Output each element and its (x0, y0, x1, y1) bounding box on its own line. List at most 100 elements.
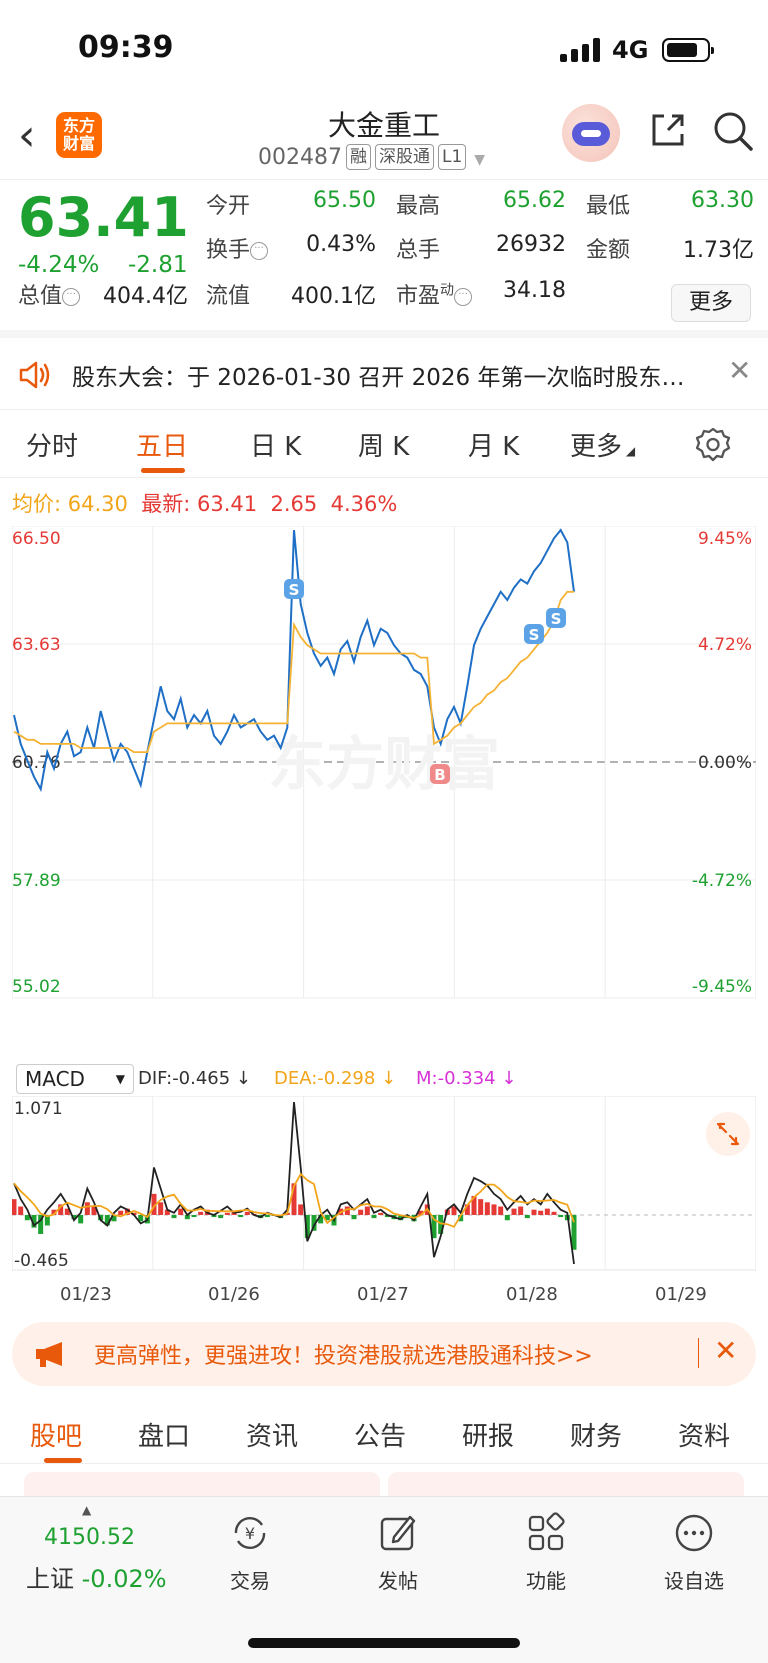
assistant-avatar-icon[interactable] (562, 104, 620, 162)
close-icon[interactable]: ✕ (728, 354, 751, 387)
y-axis-percent-label: 0.00% (698, 753, 752, 773)
macd-histogram-bar (298, 1204, 304, 1215)
macd-histogram-bar (358, 1209, 364, 1215)
latest-label: 最新: (141, 492, 191, 516)
y-axis-percent-label: -9.45% (692, 977, 752, 997)
y-axis-label: 63.63 (12, 635, 61, 655)
macd-histogram-bar (484, 1202, 490, 1215)
macd-histogram-bar (371, 1214, 377, 1219)
watermark: 东方财富 (268, 730, 500, 798)
search-icon[interactable] (712, 110, 754, 152)
gear-icon[interactable] (694, 426, 732, 464)
sell-marker: S (524, 624, 544, 644)
date-label: 01/27 (357, 1284, 409, 1305)
macd-histogram-bar (118, 1210, 124, 1215)
promo-banner[interactable]: 更高弹性，更强进攻！投资港股就选港股通科技>> ✕ (12, 1322, 756, 1386)
macd-histogram-bar (504, 1214, 510, 1221)
y-axis-percent-label: -4.72% (692, 871, 752, 891)
tab-research[interactable]: 研报 (462, 1416, 514, 1453)
post-card[interactable] (388, 1472, 744, 1496)
nav-apps[interactable]: 功能 (496, 1511, 596, 1594)
macd-chart[interactable]: 1.071 -0.465 (12, 1096, 756, 1278)
macd-histogram-bar (524, 1214, 530, 1219)
post-card[interactable] (24, 1472, 380, 1496)
macd-histogram-bar (544, 1208, 550, 1215)
svg-text:S: S (289, 581, 300, 599)
macd-histogram-bar (538, 1210, 544, 1215)
macd-histogram-bar (171, 1214, 177, 1219)
macd-histogram-bar (18, 1206, 24, 1215)
macd-histogram-bar (531, 1209, 537, 1215)
macd-min-label: -0.465 (14, 1251, 69, 1271)
tab-news[interactable]: 资讯 (246, 1416, 298, 1453)
macd-histogram-bar (78, 1214, 84, 1224)
open-value: 65.50 (313, 188, 376, 213)
tab-forum[interactable]: 股吧 (30, 1416, 82, 1453)
svg-text:B: B (434, 766, 445, 784)
macd-histogram-bar (218, 1214, 224, 1219)
tab-weekly-k[interactable]: 周 K (358, 426, 409, 463)
date-label: 01/23 (60, 1284, 112, 1305)
notice-bar[interactable]: 股东大会：于 2026-01-30 召开 2026 年第一次临时股东大会 ✕ (0, 340, 768, 410)
tab-intraday[interactable]: 分时 (26, 426, 78, 463)
market-cap-value: 404.4亿 (103, 284, 188, 309)
macd-histogram-bar (498, 1206, 504, 1215)
tab-profile[interactable]: 资料 (678, 1416, 730, 1453)
macd-histogram-bar (364, 1206, 370, 1215)
high-value: 65.62 (503, 188, 566, 213)
index-label[interactable]: 上证 -0.02% (26, 1559, 167, 1594)
tab-daily-k[interactable]: 日 K (250, 426, 301, 463)
dif-line (13, 1102, 575, 1265)
nav-trade[interactable]: ¥ 交易 (200, 1511, 300, 1594)
tab-orderbook[interactable]: 盘口 (138, 1416, 190, 1453)
nav-add-watchlist[interactable]: 设自选 (644, 1511, 744, 1594)
indicator-select[interactable]: MACD ▼ (16, 1064, 134, 1094)
more-button[interactable]: 更多 (671, 284, 751, 322)
date-label: 01/26 (208, 1284, 260, 1305)
battery-icon (662, 38, 714, 62)
macd-histogram-bar (198, 1211, 204, 1215)
trade-icon: ¥ (234, 1517, 266, 1549)
stock-code-line[interactable]: 002487 融深股通 L1 ▼ (258, 144, 485, 170)
open-label: 今开 (206, 194, 251, 219)
expand-chart-icon[interactable] (706, 1112, 750, 1156)
tag-connect: 深股通 (374, 144, 434, 170)
stock-header: ‹ 东方 财富 大金重工 002487 融深股通 L1 ▼ (0, 100, 768, 180)
avg-label: 均价: (12, 492, 62, 516)
content-tabs: 股吧 盘口 资讯 公告 研报 财务 资料 (0, 1398, 768, 1464)
y-axis-label: 60.76 (12, 753, 61, 773)
caret-up-icon: ▲ (82, 1503, 92, 1517)
m-value: M:-0.334 ↓ (416, 1068, 517, 1089)
nav-post[interactable]: 发帖 (348, 1511, 448, 1594)
avg-value: 64.30 (67, 492, 128, 516)
status-bar: 09:39 4G (0, 0, 768, 100)
low-value: 63.30 (691, 188, 754, 213)
dropdown-icon[interactable]: ▼ (474, 152, 485, 168)
macd-histogram-bar (158, 1202, 164, 1215)
svg-text:¥: ¥ (245, 1524, 255, 1543)
macd-histogram-bar (178, 1208, 184, 1215)
tab-five-day[interactable]: 五日 (136, 426, 188, 463)
tab-monthly-k[interactable]: 月 K (468, 426, 519, 463)
volume-label: 总手 (396, 238, 441, 263)
macd-histogram-bar (478, 1199, 484, 1215)
tab-announcements[interactable]: 公告 (354, 1416, 406, 1453)
market-cap-label: 总值 ··· (18, 278, 81, 310)
share-icon[interactable] (648, 110, 688, 150)
macd-histogram-bar (518, 1206, 524, 1215)
latest-value: 63.41 (197, 492, 258, 516)
quote-panel: 63.41 -4.24% -2.81 今开 65.50 最高 65.62 最低 … (0, 182, 768, 338)
y-axis-label: 55.02 (12, 977, 61, 997)
tab-more[interactable]: 更多 ◢ (570, 426, 635, 463)
high-label: 最高 (396, 194, 441, 219)
close-icon[interactable]: ✕ (714, 1334, 737, 1367)
home-indicator (248, 1638, 520, 1648)
macd-histogram-bar (238, 1214, 244, 1218)
price-chart[interactable]: 东方财富 66.50 9.45% 63.63 4.72% 60.76 0.00% 57.89 -… (12, 526, 756, 1058)
tag-margin: 融 (345, 144, 371, 170)
macd-histogram-bar (264, 1214, 270, 1218)
macd-max-label: 1.071 (14, 1099, 63, 1119)
y-axis-label: 66.50 (12, 529, 61, 549)
tab-financials[interactable]: 财务 (570, 1416, 622, 1453)
index-value[interactable]: 4150.52 (44, 1525, 135, 1550)
